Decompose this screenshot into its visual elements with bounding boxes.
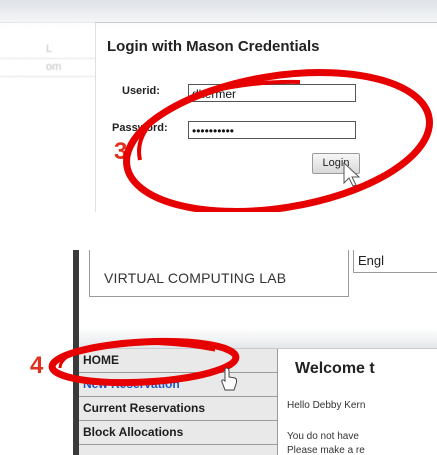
annotation-layer-2 [48,337,240,391]
